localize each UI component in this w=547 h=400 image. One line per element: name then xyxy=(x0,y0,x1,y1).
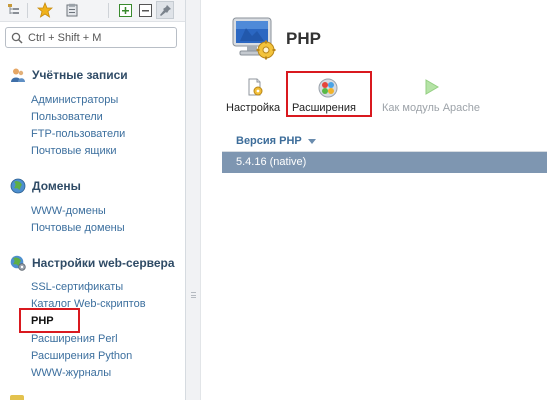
favorites-star-icon[interactable] xyxy=(37,2,53,18)
column-header-php-version[interactable]: Версия PHP xyxy=(236,135,302,147)
splitter-grip-icon xyxy=(191,292,196,298)
pin-icon[interactable] xyxy=(156,1,174,19)
settings-button-label: Настройка xyxy=(226,102,281,114)
table-row[interactable]: 5.4.16 (native) xyxy=(222,152,547,173)
sidebar-item-perl-extensions[interactable]: Расширения Perl xyxy=(31,332,118,346)
settings-button[interactable]: Настройка xyxy=(224,74,284,116)
left-sidebar: Учётные записи Администраторы Пользовате… xyxy=(0,0,186,400)
section-title: Учётные записи xyxy=(32,68,128,82)
toolbar-separator xyxy=(27,3,28,18)
sidebar-item-mail-domains[interactable]: Почтовые домены xyxy=(31,221,125,235)
sidebar-toolbar xyxy=(0,0,185,22)
tree-view-icon[interactable] xyxy=(6,2,22,18)
monitor-php-icon xyxy=(230,14,276,60)
globe-icon xyxy=(10,178,26,194)
sidebar-item-administrators[interactable]: Администраторы xyxy=(31,93,118,107)
globe-gear-icon xyxy=(10,255,26,271)
page-title: PHP xyxy=(286,29,321,48)
next-section-icon xyxy=(10,395,24,400)
apache-module-button-label: Как модуль Apache xyxy=(382,102,481,114)
search-box[interactable] xyxy=(5,27,177,48)
search-icon xyxy=(11,32,23,47)
sidebar-item-ssl-certificates[interactable]: SSL-сертификаты xyxy=(31,280,123,294)
toolbar-separator xyxy=(108,3,109,18)
archive-icon[interactable] xyxy=(64,2,80,18)
extensions-highlight-box xyxy=(286,71,372,117)
section-title: Настройки web-сервера xyxy=(32,256,175,270)
sidebar-item-users[interactable]: Пользователи xyxy=(31,110,103,124)
section-accounts-header[interactable]: Учётные записи xyxy=(10,67,128,83)
sidebar-item-python-extensions[interactable]: Расширения Python xyxy=(31,349,132,363)
sort-arrow-icon[interactable] xyxy=(308,139,316,144)
sidebar-item-mailboxes[interactable]: Почтовые ящики xyxy=(31,144,117,158)
table-cell-version: 5.4.16 (native) xyxy=(236,156,307,168)
sidebar-item-www-domains[interactable]: WWW-домены xyxy=(31,204,106,218)
search-input[interactable] xyxy=(28,30,173,45)
users-icon xyxy=(10,67,26,83)
php-versions-table: Версия PHP 5.4.16 (native) xyxy=(222,126,547,173)
settings-document-icon xyxy=(246,78,264,96)
php-highlight-box xyxy=(19,308,80,333)
section-title: Домены xyxy=(32,179,81,193)
section-webserver-settings-header[interactable]: Настройки web-сервера xyxy=(10,255,175,271)
collapse-minus-icon[interactable] xyxy=(137,2,153,18)
sidebar-item-www-logs[interactable]: WWW-журналы xyxy=(31,366,111,380)
sidebar-item-ftp-users[interactable]: FTP-пользователи xyxy=(31,127,125,141)
main-panel: PHP Настройка Расширения Как модуль Apac… xyxy=(202,0,547,400)
table-header: Версия PHP xyxy=(222,126,547,152)
play-icon xyxy=(422,78,440,96)
splitter-handle[interactable] xyxy=(186,0,201,400)
section-domains-header[interactable]: Домены xyxy=(10,178,81,194)
expand-plus-icon[interactable] xyxy=(117,2,133,18)
apache-module-button[interactable]: Как модуль Apache xyxy=(380,74,482,116)
